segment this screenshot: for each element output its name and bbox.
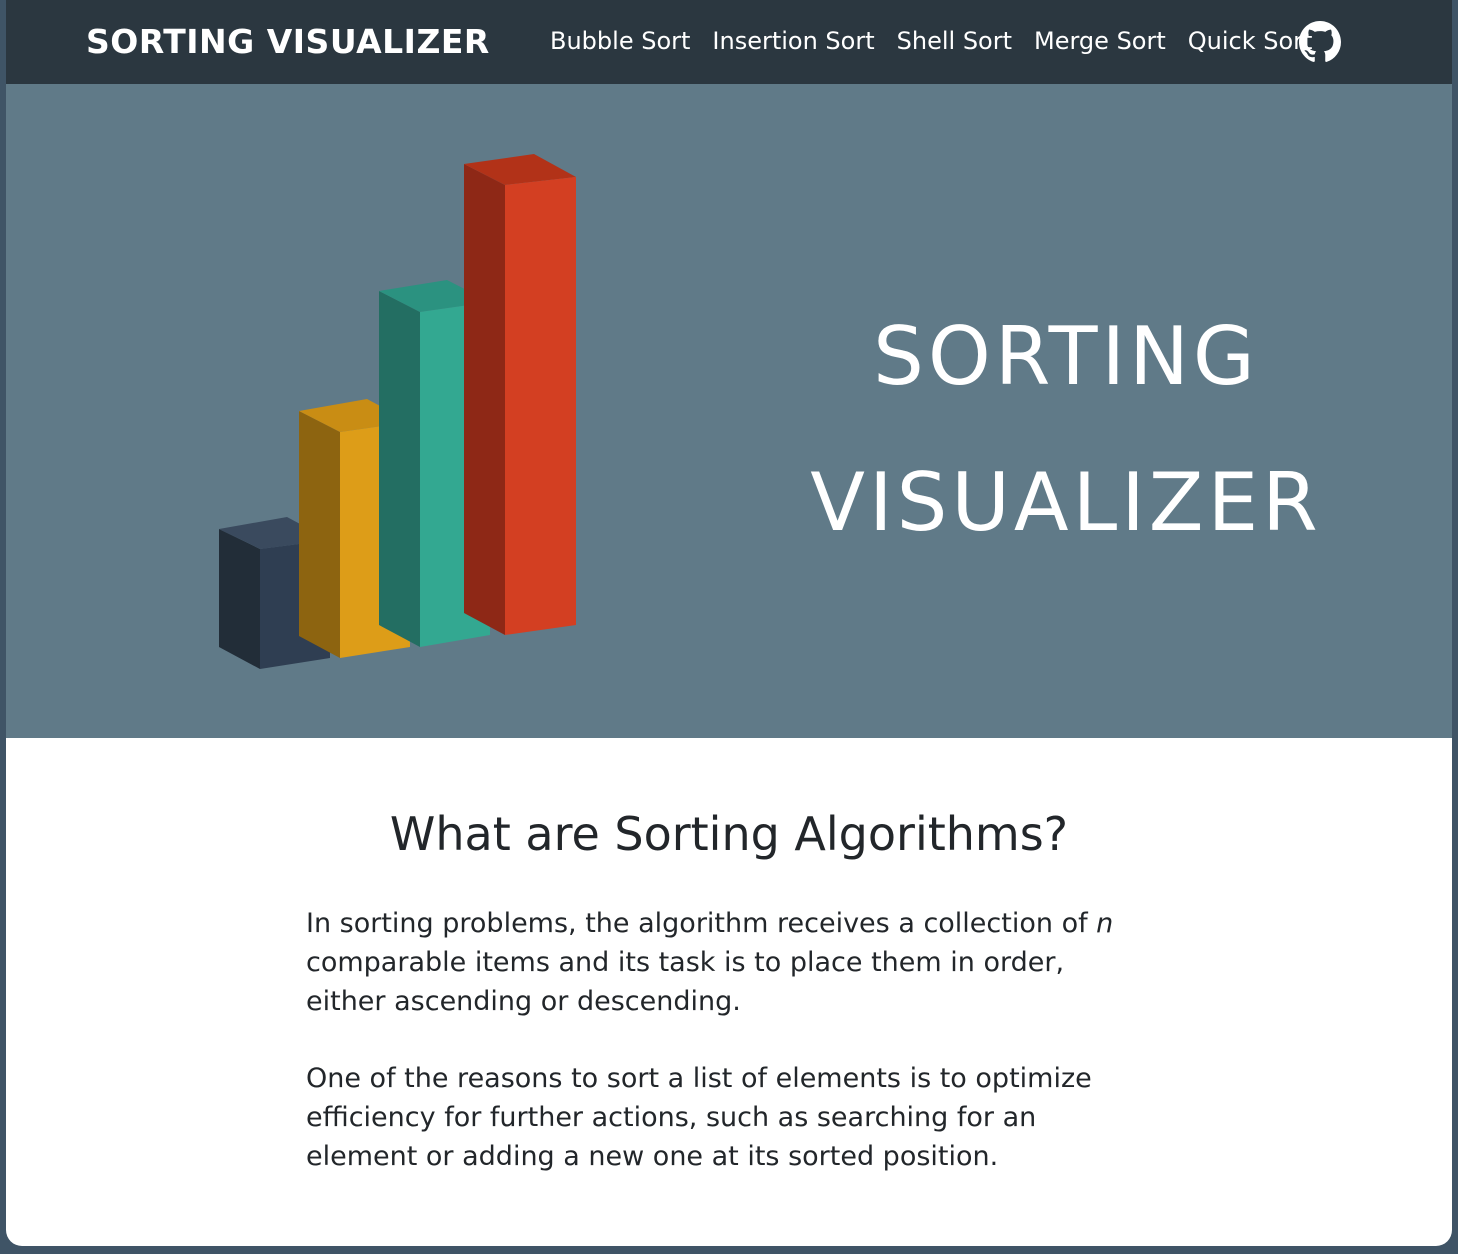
- paragraph-1: In sorting problems, the algorithm recei…: [306, 904, 1144, 1021]
- nav-links: Bubble Sort Insertion Sort Shell Sort Me…: [550, 22, 1334, 60]
- brand-logo[interactable]: SORTING VISUALIZER: [86, 20, 490, 64]
- nav-link-merge-sort[interactable]: Merge Sort: [1034, 22, 1166, 60]
- nav-link-bubble-sort[interactable]: Bubble Sort: [550, 22, 690, 60]
- hero-title: SORTING VISUALIZER: [726, 284, 1406, 576]
- browser-window: SORTING VISUALIZER Bubble Sort Insertion…: [6, 0, 1452, 1246]
- hero-title-line-2: VISUALIZER: [810, 456, 1322, 549]
- nav-link-quick-sort[interactable]: Quick Sort: [1188, 22, 1313, 60]
- paragraph-1-start: In sorting problems, the algorithm recei…: [306, 908, 1097, 939]
- paragraph-2: One of the reasons to sort a list of ele…: [306, 1063, 1092, 1172]
- main-content: What are Sorting Algorithms? In sorting …: [6, 738, 1452, 1246]
- navbar: SORTING VISUALIZER Bubble Sort Insertion…: [6, 0, 1452, 84]
- paragraph-1-end: comparable items and its task is to plac…: [306, 947, 1065, 1017]
- hero-title-line-1: SORTING: [873, 310, 1259, 403]
- hero-banner: SORTING VISUALIZER: [6, 84, 1452, 738]
- section-heading: What are Sorting Algorithms?: [389, 807, 1069, 861]
- variable-n: n: [1096, 908, 1114, 939]
- illustration-bar-4: [464, 154, 576, 635]
- github-icon[interactable]: [1299, 21, 1341, 63]
- nav-link-insertion-sort[interactable]: Insertion Sort: [712, 22, 874, 60]
- bar-chart-illustration: [219, 154, 576, 669]
- nav-link-shell-sort[interactable]: Shell Sort: [897, 22, 1012, 60]
